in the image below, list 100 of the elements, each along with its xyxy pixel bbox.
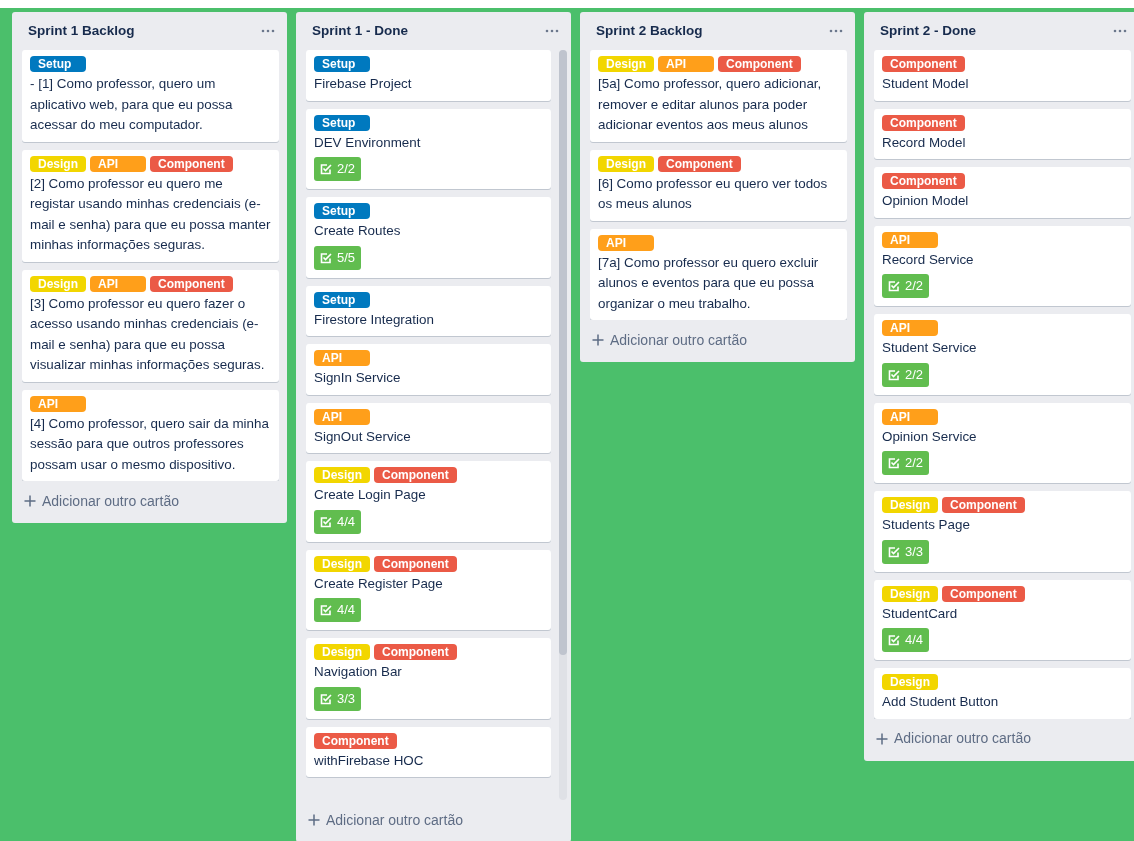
list-title: Sprint 2 - Done	[880, 21, 976, 40]
card[interactable]: Setup Firebase Project	[306, 50, 551, 101]
card-label: Design	[598, 155, 654, 172]
checklist-icon	[320, 251, 332, 264]
card[interactable]: Design API Component [5a] Como professor, quero adicionar, remover e editar alunos para poder adicionar eventos aos meus alunos	[590, 50, 847, 142]
card-title: [5a] Como professor, quero adicionar, remover e editar alunos para poder adicionar eventos aos meus alunos	[598, 75, 823, 134]
card-label: Design	[882, 497, 938, 513]
card-label: Design	[314, 555, 370, 572]
more-icon[interactable]	[829, 29, 843, 33]
card-label: Design	[314, 467, 370, 483]
card-title: - [1] Como professor, quero um aplicativo web, para que eu possa acessar do meu computador.	[30, 75, 234, 134]
card[interactable]: Design API Component [3] Como professor eu quero fazer o acesso usando minhas credenciais (e-mail e senha) para que eu possa visualizar minhas informações seguras.	[22, 269, 279, 382]
card-label: Component	[718, 56, 801, 72]
card-label: API	[598, 234, 654, 251]
card-label: Setup	[314, 203, 370, 219]
card-label: Component	[314, 732, 397, 749]
card-label: API	[314, 350, 370, 366]
card[interactable]: Design Component [6] Como professor eu quero ver todos os meus alunos	[590, 149, 847, 221]
checklist-badge: 2/2	[882, 274, 930, 298]
card-label: API	[90, 155, 146, 172]
card-label: Setup	[314, 56, 370, 72]
checklist-icon	[888, 634, 900, 646]
card-title: [3] Como professor eu quero fazer o acesso usando minhas credenciais (e-mail e senha) para que eu possa visualizar minhas informações seguras.	[30, 294, 266, 374]
scrollbar-thumb[interactable]	[559, 50, 567, 655]
card-label: Setup	[30, 56, 86, 72]
checklist-icon	[320, 692, 332, 705]
card-label: Setup	[314, 291, 370, 308]
card-label: Design	[882, 674, 938, 690]
card-label: API	[882, 408, 938, 425]
card[interactable]: Design Component Create Login Page 4/4	[306, 461, 551, 542]
card[interactable]: API Record Service 2/2	[874, 225, 1131, 306]
list-title: Sprint 1 Backlog	[28, 21, 135, 40]
card[interactable]: Setup Create Routes 5/5	[306, 197, 551, 278]
card-label: API	[314, 408, 370, 425]
card[interactable]: API SignOut Service	[306, 402, 551, 453]
card-title: Opinion Model	[882, 192, 970, 210]
add-card-button[interactable]: Adicionar outro cartão	[872, 724, 1131, 753]
card[interactable]: API [7a] Como professor eu quero excluir alunos e eventos para que eu possa organizar o meu trabalho.	[590, 228, 847, 320]
checklist-badge: 3/3	[314, 686, 362, 711]
card[interactable]: Design Component Navigation Bar 3/3	[306, 638, 551, 719]
card-title: Record Service	[882, 250, 975, 269]
checklist-badge: 5/5	[314, 245, 362, 270]
card-label: API	[658, 56, 714, 72]
card-label: Design	[882, 585, 938, 602]
card[interactable]: API SignIn Service	[306, 344, 551, 395]
card-title: SignIn Service	[314, 369, 402, 387]
card-label: Design	[30, 275, 86, 292]
add-card-button[interactable]: Adicionar outro cartão	[20, 487, 279, 515]
card-title: Add Student Button	[882, 693, 1000, 711]
card-label: Design	[598, 56, 654, 72]
add-card-button[interactable]: Adicionar outro cartão	[588, 326, 847, 354]
checklist-badge: 2/2	[882, 451, 930, 475]
card-title: Firebase Project	[314, 75, 413, 93]
card[interactable]: Design Add Student Button	[874, 668, 1131, 719]
checklist-badge: 2/2	[314, 157, 362, 181]
more-icon[interactable]	[1113, 29, 1127, 33]
add-card-button[interactable]: Adicionar outro cartão	[304, 806, 563, 834]
card-title: Opinion Service	[882, 427, 978, 446]
card-title: Create Register Page	[314, 574, 444, 593]
checklist-badge: 3/3	[882, 539, 930, 564]
checklist-icon	[320, 604, 332, 616]
card[interactable]: Setup DEV Environment 2/2	[306, 108, 551, 189]
card-title: Create Routes	[314, 222, 402, 240]
plus-icon	[24, 495, 36, 507]
more-icon[interactable]	[261, 29, 275, 33]
card-title: Create Login Page	[314, 486, 427, 504]
card-title: Student Model	[882, 75, 970, 93]
card-label: Component	[882, 114, 965, 131]
card-label: Component	[942, 585, 1025, 602]
scrollbar[interactable]	[559, 50, 567, 800]
card[interactable]: API Student Service 2/2	[874, 314, 1131, 395]
card[interactable]: Component Record Model	[874, 108, 1131, 159]
card-label: API	[30, 395, 86, 412]
card[interactable]: Setup Firestore Integration	[306, 285, 551, 336]
more-icon[interactable]	[545, 29, 559, 33]
card[interactable]: Setup - [1] Como professor, quero um aplicativo web, para que eu possa acessar do meu computador.	[22, 50, 279, 142]
plus-icon	[308, 814, 320, 826]
card-label: API	[90, 275, 146, 292]
checklist-icon	[320, 163, 332, 175]
card-title: Navigation Bar	[314, 663, 403, 681]
card[interactable]: Design Component Students Page 3/3	[874, 491, 1131, 572]
card-title: Student Service	[882, 339, 978, 357]
card-label: Component	[374, 555, 457, 572]
card[interactable]: Component withFirebase HOC	[306, 726, 551, 777]
card[interactable]: Component Opinion Model	[874, 167, 1131, 218]
card-title: DEV Environment	[314, 133, 422, 152]
card[interactable]: API [4] Como professor, quero sair da minha sessão para que outros professores possam usar o mesmo dispositivo.	[22, 389, 279, 481]
card-title: [6] Como professor eu quero ver todos os meus alunos	[598, 174, 829, 213]
card[interactable]: API Opinion Service 2/2	[874, 402, 1131, 483]
card-title: [2] Como professor eu quero me registar usando minhas credenciais (e-mail e senha) para que eu possa manter minhas informações seguras.	[30, 174, 271, 254]
card-title: Firestore Integration	[314, 310, 435, 329]
card-label: Component	[882, 56, 965, 72]
checklist-badge: 4/4	[882, 628, 930, 652]
card[interactable]: Design Component StudentCard 4/4	[874, 579, 1131, 660]
checklist-icon	[888, 368, 900, 381]
checklist-icon	[888, 545, 900, 558]
card[interactable]: Component Student Model	[874, 50, 1131, 101]
card[interactable]: Design Component Create Register Page 4/4	[306, 549, 551, 630]
card-label: API	[882, 320, 938, 336]
card[interactable]: Design API Component [2] Como professor eu quero me registar usando minhas credenciais (e-mail e senha) para que eu possa manter minhas informações seguras.	[22, 149, 279, 262]
